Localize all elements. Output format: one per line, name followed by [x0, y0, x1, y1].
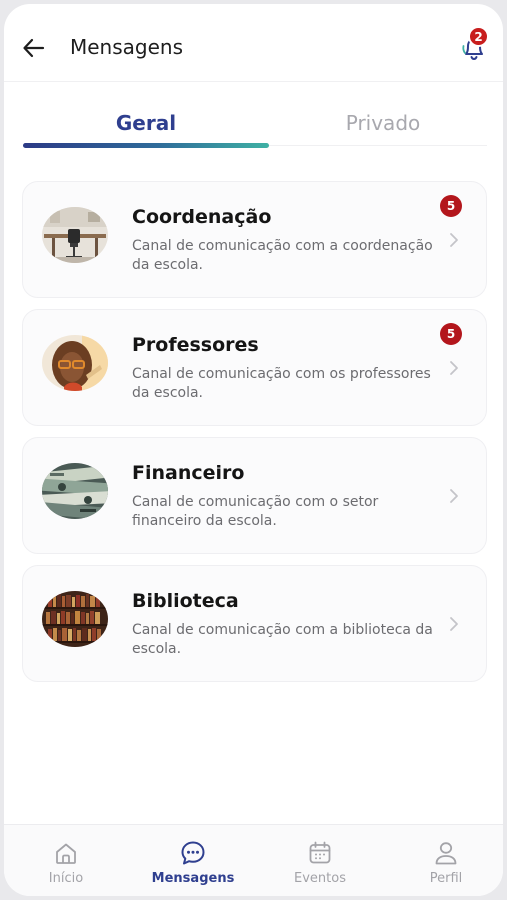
back-button[interactable] — [20, 34, 48, 62]
arrow-left-icon — [23, 38, 45, 58]
channel-item-professores[interactable]: Professores Canal de comunicação com os … — [22, 309, 487, 426]
channel-list: Coordenação Canal de comunicação com a c… — [22, 181, 487, 693]
channel-item-financeiro[interactable]: Financeiro Canal de comunicação com o se… — [22, 437, 487, 554]
channel-description: Canal de comunicação com o setor finance… — [132, 494, 379, 529]
chevron-right-icon — [450, 361, 458, 375]
chat-icon — [181, 841, 205, 865]
nav-label: Perfil — [429, 871, 463, 886]
channel-item-biblioteca[interactable]: Biblioteca Canal de comunicação com a bi… — [22, 565, 487, 682]
user-icon — [435, 842, 457, 865]
nav-item-mensagens[interactable]: Mensagens — [143, 839, 243, 891]
money-bills-image — [42, 463, 108, 519]
tab-geral[interactable]: Geral — [23, 100, 269, 146]
nav-item-perfil[interactable]: Perfil — [396, 839, 496, 891]
chevron-right-icon — [450, 489, 458, 503]
active-tab-indicator — [23, 143, 269, 148]
nav-label: Início — [48, 871, 84, 886]
unread-count-badge: 5 — [440, 323, 462, 345]
bookshelf-image — [42, 591, 108, 647]
calendar-icon — [309, 841, 331, 864]
unread-count-badge: 5 — [440, 195, 462, 217]
nav-item-inicio[interactable]: Início — [16, 839, 116, 891]
channel-description: Canal de comunicação com a coordenação d… — [132, 238, 433, 273]
teacher-portrait-image — [42, 335, 108, 391]
app-header: Mensagens 2 — [4, 4, 503, 82]
channel-item-coordenacao[interactable]: Coordenação Canal de comunicação com a c… — [22, 181, 487, 298]
channel-title: Coordenação — [132, 206, 272, 228]
channel-description: Canal de comunicação com os professores … — [132, 366, 431, 401]
nav-item-eventos[interactable]: Eventos — [270, 839, 370, 891]
nav-label: Mensagens — [151, 871, 235, 886]
chevron-right-icon — [450, 617, 458, 631]
tab-bar: Geral Privado — [4, 100, 503, 152]
channel-title: Financeiro — [132, 462, 245, 484]
bottom-navigation: Início Mensagens Eventos Perfil — [4, 824, 503, 896]
page-title: Mensagens — [70, 35, 184, 59]
home-icon — [56, 843, 76, 864]
tab-privado[interactable]: Privado — [260, 100, 503, 146]
channel-title: Biblioteca — [132, 590, 239, 612]
channel-description: Canal de comunicação com a biblioteca da… — [132, 622, 433, 657]
phone-screen: Mensagens 2 Geral Privado Coordenação Ca… — [4, 4, 503, 896]
chevron-right-icon — [450, 233, 458, 247]
channel-title: Professores — [132, 334, 259, 356]
nav-label: Eventos — [294, 871, 346, 886]
office-desk-image — [42, 207, 108, 263]
notification-count-badge: 2 — [468, 26, 489, 47]
